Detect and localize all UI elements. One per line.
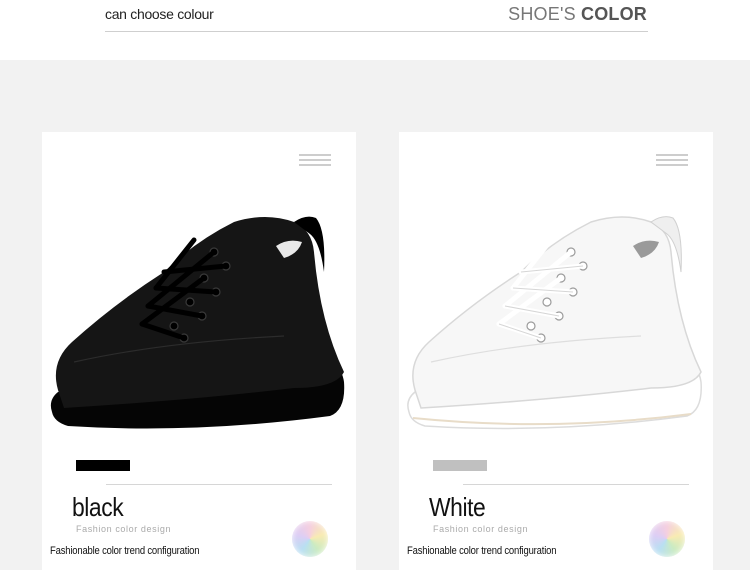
color-subtitle: Fashion color design [76, 524, 172, 534]
header-subtitle: can choose colour [105, 6, 214, 22]
color-swatch [433, 460, 487, 471]
color-name: black [72, 492, 124, 522]
header-title-bold: COLOR [581, 4, 647, 24]
header-title: SHOE'S COLOR [508, 4, 647, 25]
wave-divider [0, 52, 750, 60]
holographic-badge-icon [649, 521, 685, 557]
color-subtitle: Fashion color design [433, 524, 529, 534]
menu-lines-icon [299, 154, 331, 168]
color-caption: Fashionable color trend configuration [407, 545, 557, 557]
card-divider [106, 484, 332, 485]
card-divider [463, 484, 689, 485]
color-caption: Fashionable color trend configuration [50, 545, 200, 557]
header-title-light: SHOE'S [508, 4, 581, 24]
menu-lines-icon [656, 154, 688, 168]
header-rule [105, 31, 648, 32]
color-card-black[interactable]: black Fashion color design Fashionable c… [42, 132, 356, 570]
holographic-badge-icon [292, 521, 328, 557]
color-card-white[interactable]: White Fashion color design Fashionable c… [399, 132, 713, 570]
black-sneaker-image [50, 216, 345, 429]
white-sneaker-image [407, 216, 702, 430]
color-swatch [76, 460, 130, 471]
color-name: White [429, 492, 486, 522]
